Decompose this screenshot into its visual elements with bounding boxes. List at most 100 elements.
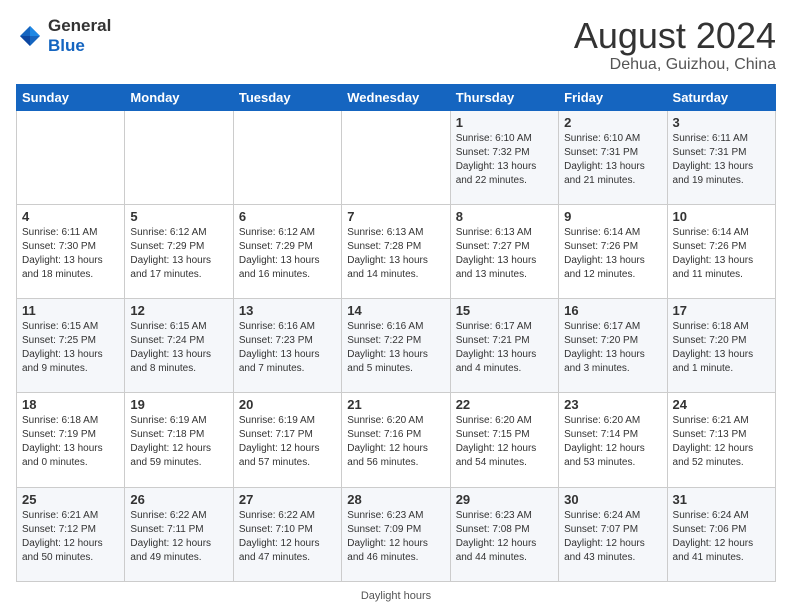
week-row-2: 11Sunrise: 6:15 AMSunset: 7:25 PMDayligh… <box>17 299 776 393</box>
calendar-cell-w4-d0: 25Sunrise: 6:21 AMSunset: 7:12 PMDayligh… <box>17 487 125 581</box>
calendar-cell-w0-d5: 2 Sunrise: 6:10 AMSunset: 7:31 PMDaylight… <box>559 110 667 204</box>
month-title: August 2024 <box>574 16 776 56</box>
day-number: 7 <box>347 209 444 224</box>
day-number: 8 <box>456 209 553 224</box>
page: General Blue August 2024 Dehua, Guizhou,… <box>0 0 792 612</box>
day-number: 10 <box>673 209 770 224</box>
day-number: 24 <box>673 397 770 412</box>
day-number: 21 <box>347 397 444 412</box>
day-info: Sunrise: 6:20 AMSunset: 7:15 PMDaylight:… <box>456 414 553 470</box>
day-number: 14 <box>347 303 444 318</box>
daylight-label: Daylight hours <box>361 590 431 602</box>
calendar-cell-w0-d0 <box>17 110 125 204</box>
day-info: Sunrise: 6:16 AMSunset: 7:23 PMDaylight:… <box>239 320 336 376</box>
header-day-wednesday: Wednesday <box>342 84 450 110</box>
logo-text: General Blue <box>48 16 111 57</box>
week-row-3: 18 Sunrise: 6:18 AMSunset: 7:19 PMDayligh… <box>17 393 776 487</box>
header-day-thursday: Thursday <box>450 84 558 110</box>
calendar-cell-w3-d6: 24Sunrise: 6:21 AMSunset: 7:13 PMDayligh… <box>667 393 775 487</box>
calendar-cell-w2-d1: 12Sunrise: 6:15 AMSunset: 7:24 PMDayligh… <box>125 299 233 393</box>
header-day-saturday: Saturday <box>667 84 775 110</box>
day-number: 16 <box>564 303 661 318</box>
calendar-cell-w2-d4: 15 Sunrise: 6:17 AMSunset: 7:21 PMDayligh… <box>450 299 558 393</box>
day-number: 4 <box>22 209 119 224</box>
day-number: 22 <box>456 397 553 412</box>
day-info: Sunrise: 6:19 AMSunset: 7:17 PMDaylight:… <box>239 414 336 470</box>
day-info: Sunrise: 6:11 AMSunset: 7:30 PMDaylight:… <box>22 226 119 282</box>
calendar-cell-w4-d2: 27Sunrise: 6:22 AMSunset: 7:10 PMDayligh… <box>233 487 341 581</box>
day-info: Sunrise: 6:23 AMSunset: 7:09 PMDaylight:… <box>347 509 444 565</box>
calendar-cell-w2-d3: 14Sunrise: 6:16 AMSunset: 7:22 PMDayligh… <box>342 299 450 393</box>
day-info: Sunrise: 6:20 AMSunset: 7:16 PMDaylight:… <box>347 414 444 470</box>
day-number: 2 <box>564 115 661 130</box>
day-info: Sunrise: 6:20 AMSunset: 7:14 PMDaylight:… <box>564 414 661 470</box>
day-number: 15 <box>456 303 553 318</box>
day-info: Sunrise: 6:17 AMSunset: 7:21 PMDaylight:… <box>456 320 553 376</box>
day-info: Sunrise: 6:14 AMSunset: 7:26 PMDaylight:… <box>564 226 661 282</box>
day-number: 19 <box>130 397 227 412</box>
day-number: 20 <box>239 397 336 412</box>
week-row-0: 1 Sunrise: 6:10 AMSunset: 7:32 PMDaylight… <box>17 110 776 204</box>
calendar-cell-w2-d2: 13Sunrise: 6:16 AMSunset: 7:23 PMDayligh… <box>233 299 341 393</box>
calendar-cell-w4-d3: 28 Sunrise: 6:23 AMSunset: 7:09 PMDayligh… <box>342 487 450 581</box>
week-row-4: 25Sunrise: 6:21 AMSunset: 7:12 PMDayligh… <box>17 487 776 581</box>
calendar-cell-w2-d5: 16 Sunrise: 6:17 AMSunset: 7:20 PMDayligh… <box>559 299 667 393</box>
day-info: Sunrise: 6:15 AMSunset: 7:25 PMDaylight:… <box>22 320 119 376</box>
header-day-sunday: Sunday <box>17 84 125 110</box>
day-info: Sunrise: 6:12 AMSunset: 7:29 PMDaylight:… <box>130 226 227 282</box>
calendar-cell-w2-d6: 17 Sunrise: 6:18 AMSunset: 7:20 PMDayligh… <box>667 299 775 393</box>
calendar-cell-w4-d4: 29Sunrise: 6:23 AMSunset: 7:08 PMDayligh… <box>450 487 558 581</box>
day-number: 17 <box>673 303 770 318</box>
calendar-cell-w1-d1: 5 Sunrise: 6:12 AMSunset: 7:29 PMDaylight… <box>125 204 233 298</box>
day-info: Sunrise: 6:17 AMSunset: 7:20 PMDaylight:… <box>564 320 661 376</box>
day-info: Sunrise: 6:22 AMSunset: 7:10 PMDaylight:… <box>239 509 336 565</box>
calendar: SundayMondayTuesdayWednesdayThursdayFrid… <box>16 84 776 582</box>
calendar-cell-w0-d2 <box>233 110 341 204</box>
day-info: Sunrise: 6:15 AMSunset: 7:24 PMDaylight:… <box>130 320 227 376</box>
day-number: 28 <box>347 492 444 507</box>
day-info: Sunrise: 6:24 AMSunset: 7:06 PMDaylight:… <box>673 509 770 565</box>
day-info: Sunrise: 6:24 AMSunset: 7:07 PMDaylight:… <box>564 509 661 565</box>
calendar-cell-w1-d4: 8 Sunrise: 6:13 AMSunset: 7:27 PMDaylight… <box>450 204 558 298</box>
day-info: Sunrise: 6:13 AMSunset: 7:28 PMDaylight:… <box>347 226 444 282</box>
calendar-cell-w1-d6: 10 Sunrise: 6:14 AMSunset: 7:26 PMDayligh… <box>667 204 775 298</box>
day-info: Sunrise: 6:10 AMSunset: 7:31 PMDaylight:… <box>564 132 661 188</box>
day-info: Sunrise: 6:13 AMSunset: 7:27 PMDaylight:… <box>456 226 553 282</box>
day-number: 5 <box>130 209 227 224</box>
calendar-cell-w1-d5: 9Sunrise: 6:14 AMSunset: 7:26 PMDaylight… <box>559 204 667 298</box>
header-day-monday: Monday <box>125 84 233 110</box>
logo-blue: Blue <box>48 36 85 55</box>
day-info: Sunrise: 6:11 AMSunset: 7:31 PMDaylight:… <box>673 132 770 188</box>
footer: Daylight hours <box>16 586 776 602</box>
calendar-cell-w0-d3 <box>342 110 450 204</box>
calendar-cell-w1-d2: 6Sunrise: 6:12 AMSunset: 7:29 PMDaylight… <box>233 204 341 298</box>
day-info: Sunrise: 6:18 AMSunset: 7:19 PMDaylight:… <box>22 414 119 470</box>
logo: General Blue <box>16 16 111 57</box>
day-info: Sunrise: 6:23 AMSunset: 7:08 PMDaylight:… <box>456 509 553 565</box>
calendar-cell-w4-d6: 31 Sunrise: 6:24 AMSunset: 7:06 PMDayligh… <box>667 487 775 581</box>
day-info: Sunrise: 6:19 AMSunset: 7:18 PMDaylight:… <box>130 414 227 470</box>
day-info: Sunrise: 6:14 AMSunset: 7:26 PMDaylight:… <box>673 226 770 282</box>
header: General Blue August 2024 Dehua, Guizhou,… <box>16 16 776 74</box>
week-row-1: 4 Sunrise: 6:11 AMSunset: 7:30 PMDaylight… <box>17 204 776 298</box>
logo-general: General <box>48 16 111 35</box>
calendar-cell-w4-d5: 30Sunrise: 6:24 AMSunset: 7:07 PMDayligh… <box>559 487 667 581</box>
calendar-cell-w3-d0: 18 Sunrise: 6:18 AMSunset: 7:19 PMDayligh… <box>17 393 125 487</box>
day-info: Sunrise: 6:18 AMSunset: 7:20 PMDaylight:… <box>673 320 770 376</box>
day-number: 6 <box>239 209 336 224</box>
header-day-tuesday: Tuesday <box>233 84 341 110</box>
calendar-header: SundayMondayTuesdayWednesdayThursdayFrid… <box>17 84 776 110</box>
calendar-cell-w0-d1 <box>125 110 233 204</box>
calendar-cell-w0-d6: 3 Sunrise: 6:11 AMSunset: 7:31 PMDaylight… <box>667 110 775 204</box>
header-row: SundayMondayTuesdayWednesdayThursdayFrid… <box>17 84 776 110</box>
day-number: 3 <box>673 115 770 130</box>
calendar-cell-w3-d1: 19 Sunrise: 6:19 AMSunset: 7:18 PMDayligh… <box>125 393 233 487</box>
day-number: 1 <box>456 115 553 130</box>
day-info: Sunrise: 6:10 AMSunset: 7:32 PMDaylight:… <box>456 132 553 188</box>
day-number: 31 <box>673 492 770 507</box>
calendar-cell-w4-d1: 26Sunrise: 6:22 AMSunset: 7:11 PMDayligh… <box>125 487 233 581</box>
calendar-cell-w2-d0: 11Sunrise: 6:15 AMSunset: 7:25 PMDayligh… <box>17 299 125 393</box>
day-number: 18 <box>22 397 119 412</box>
calendar-cell-w3-d5: 23Sunrise: 6:20 AMSunset: 7:14 PMDayligh… <box>559 393 667 487</box>
day-info: Sunrise: 6:22 AMSunset: 7:11 PMDaylight:… <box>130 509 227 565</box>
